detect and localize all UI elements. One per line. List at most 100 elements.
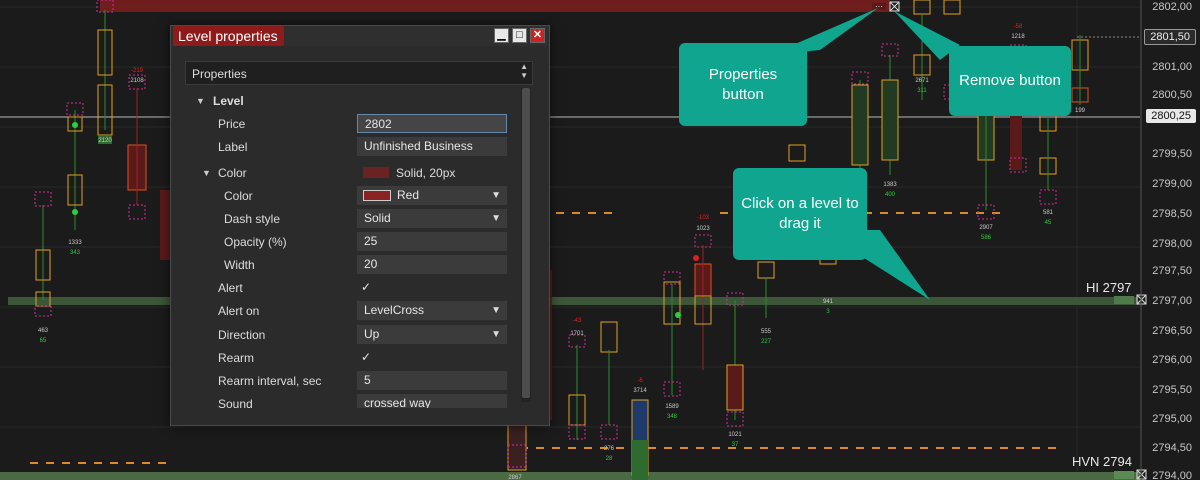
price-label: 2798,00 xyxy=(1152,238,1192,250)
svg-text:581: 581 xyxy=(1043,210,1054,216)
level-properties-dialog[interactable]: Level properties ▁ □ ✕ Properties ▲ ▼ ▼ L… xyxy=(170,25,550,426)
svg-text:1701: 1701 xyxy=(570,331,584,337)
svg-text:2120: 2120 xyxy=(98,138,112,144)
callout-drag-text: Click on a level to drag it xyxy=(741,195,859,232)
svg-text:3714: 3714 xyxy=(633,388,647,394)
chevron-down-icon[interactable]: ▼ xyxy=(491,209,501,228)
sound-dropdown[interactable]: crossed way xyxy=(357,394,507,408)
opacity-input[interactable]: 25 xyxy=(357,232,507,251)
dialog-titlebar[interactable]: Level properties ▁ □ ✕ xyxy=(171,26,549,46)
direction-label: Direction xyxy=(218,328,266,342)
price-label: 2796,50 xyxy=(1152,325,1192,337)
price-label: 2796,00 xyxy=(1152,354,1192,366)
callout-remove-text: Remove button xyxy=(959,72,1061,89)
rearm-label: Rearm xyxy=(218,351,255,365)
row-color: Color Red ▼ xyxy=(185,186,525,206)
chevron-down-icon[interactable]: ▼ xyxy=(491,325,501,344)
chevron-down-icon[interactable]: ▼ xyxy=(491,301,501,320)
color-label: Color xyxy=(224,189,253,203)
alert-on-dropdown[interactable]: LevelCross ▼ xyxy=(357,301,507,320)
properties-grid[interactable]: ▼ Level Price 2802 Label Unfinished Busi… xyxy=(185,88,533,408)
level-label-hvn[interactable]: HVN 2794 xyxy=(1072,454,1132,469)
dash-style-dropdown[interactable]: Solid ▼ xyxy=(357,209,507,228)
svg-text:2867: 2867 xyxy=(508,475,522,480)
row-label: Label Unfinished Business xyxy=(185,137,525,157)
svg-text:2671: 2671 xyxy=(915,78,929,84)
row-sound: Sound crossed way xyxy=(185,394,525,408)
label-input[interactable]: Unfinished Business xyxy=(357,137,507,156)
alert-on-value: LevelCross xyxy=(364,303,425,317)
row-price: Price 2802 xyxy=(185,114,525,134)
svg-text:1021: 1021 xyxy=(728,432,742,438)
minimize-icon[interactable]: ▁ xyxy=(494,28,509,43)
svg-text:400: 400 xyxy=(885,192,896,198)
row-color-group[interactable]: ▼ Color Solid, 20px xyxy=(185,163,525,183)
color-group-value: Solid, 20px xyxy=(396,166,456,180)
price-label-text: Price xyxy=(218,117,246,131)
price-label: 2795,00 xyxy=(1152,413,1192,425)
section-level-label: Level xyxy=(213,94,244,108)
triangle-down-icon[interactable]: ▼ xyxy=(196,91,205,111)
maximize-icon[interactable]: □ xyxy=(512,28,527,43)
svg-text:-103: -103 xyxy=(697,215,710,221)
width-label: Width xyxy=(224,258,255,272)
properties-scrollbar[interactable] xyxy=(521,88,531,402)
color-dropdown[interactable]: Red ▼ xyxy=(357,186,507,205)
svg-text:37: 37 xyxy=(732,442,739,448)
svg-text:2907: 2907 xyxy=(979,225,993,231)
row-rearm-interval: Rearm interval, sec 5 xyxy=(185,371,525,391)
svg-text:-43: -43 xyxy=(573,318,582,324)
price-label: 2797,50 xyxy=(1152,265,1192,277)
current-price-tag: 2801,50 xyxy=(1144,29,1196,45)
svg-text:45: 45 xyxy=(1045,220,1052,226)
price-label: 2795,50 xyxy=(1152,384,1192,396)
svg-text:1333: 1333 xyxy=(68,240,82,246)
price-label: 2801,00 xyxy=(1152,61,1192,73)
price-input[interactable]: 2802 xyxy=(357,114,507,133)
svg-text:-58: -58 xyxy=(1014,24,1023,30)
section-level[interactable]: ▼ Level xyxy=(185,91,525,111)
direction-dropdown[interactable]: Up ▼ xyxy=(357,325,507,344)
svg-text:586: 586 xyxy=(981,235,992,241)
scrollbar-thumb[interactable] xyxy=(522,88,530,398)
red-color-swatch xyxy=(363,190,391,201)
svg-text:227: 227 xyxy=(761,339,772,345)
svg-text:2108: 2108 xyxy=(130,78,144,84)
close-icon[interactable]: ✕ xyxy=(530,28,545,43)
dialog-title: Level properties xyxy=(173,26,284,46)
price-label: 2802,00 xyxy=(1152,1,1192,13)
svg-text:463: 463 xyxy=(38,328,49,334)
dash-style-label: Dash style xyxy=(224,212,281,226)
price-label: 2798,50 xyxy=(1152,208,1192,220)
svg-text:276: 276 xyxy=(604,446,615,452)
sort-arrows-icon[interactable]: ▲ ▼ xyxy=(520,62,528,80)
triangle-down-icon[interactable]: ▼ xyxy=(202,163,211,183)
opacity-label: Opacity (%) xyxy=(224,235,287,249)
color-swatch-preview xyxy=(363,167,389,178)
price-label: 2794,50 xyxy=(1152,442,1192,454)
rearm-checkbox[interactable]: ✓ xyxy=(357,348,377,367)
svg-text:1218: 1218 xyxy=(1011,34,1025,40)
alert-checkbox[interactable]: ✓ xyxy=(357,278,377,297)
svg-text:1589: 1589 xyxy=(665,404,679,410)
svg-text:-6: -6 xyxy=(637,378,643,384)
chart-stage: 463 65 1333 343 2120 2108 -219 -43 1701 … xyxy=(0,0,1200,480)
width-input[interactable]: 20 xyxy=(357,255,507,274)
svg-text:348: 348 xyxy=(667,414,678,420)
svg-text:3: 3 xyxy=(826,309,830,315)
level-hvn-band xyxy=(0,472,1140,480)
row-dash-style: Dash style Solid ▼ xyxy=(185,209,525,229)
row-width: Width 20 xyxy=(185,255,525,275)
row-alert-on: Alert on LevelCross ▼ xyxy=(185,301,525,321)
color-value: Red xyxy=(397,188,420,202)
crosshair-price-tag: 2800,25 xyxy=(1146,109,1196,123)
svg-text:28: 28 xyxy=(606,456,613,462)
chevron-down-icon[interactable]: ▼ xyxy=(491,186,501,205)
svg-text:1383: 1383 xyxy=(883,182,897,188)
rearm-interval-input[interactable]: 5 xyxy=(357,371,507,390)
dash-style-value: Solid xyxy=(364,211,391,225)
callout-properties-button: Properties button xyxy=(679,43,807,126)
direction-value: Up xyxy=(364,327,380,341)
price-label: 2799,00 xyxy=(1152,178,1192,190)
level-label-hi[interactable]: HI 2797 xyxy=(1086,280,1132,295)
